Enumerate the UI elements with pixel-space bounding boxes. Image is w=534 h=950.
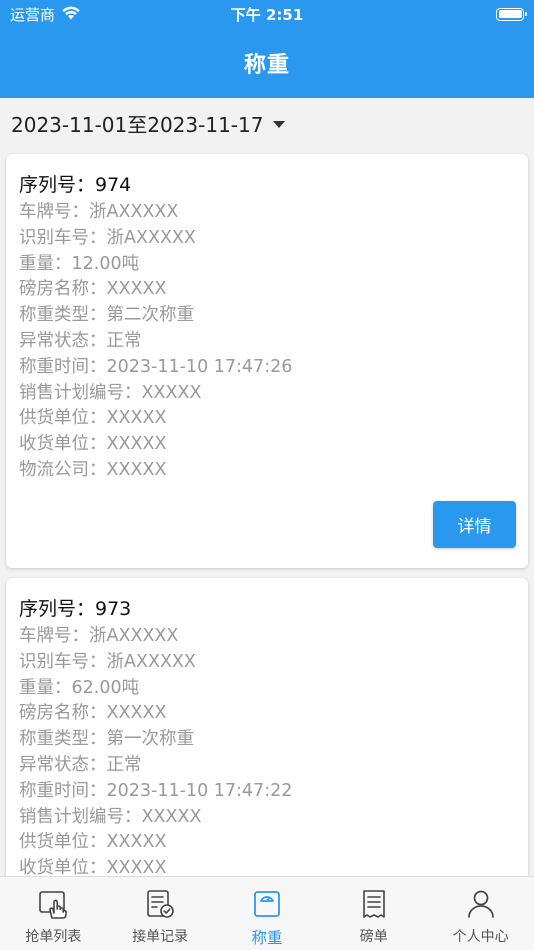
scale-icon: [251, 888, 283, 926]
caret-down-icon: [273, 120, 286, 128]
record-logistics: 物流公司：XXXXX: [19, 459, 167, 480]
record-recognized-plate: 识别车号：浙AXXXXX: [19, 227, 196, 248]
record-weigh-time: 称重时间：2023-11-10 17:47:22: [19, 780, 293, 801]
record-scale-room: 磅房名称：XXXXX: [19, 703, 167, 724]
tab-weighing[interactable]: 称重: [214, 877, 321, 950]
record-card: 序列号：974 车牌号：浙AXXXXX 识别车号：浙AXXXXX 重量：12.0…: [6, 154, 528, 568]
bottom-tab-bar: 抢单列表 接单记录 称重 磅单 个人中心: [0, 876, 534, 950]
record-plate: 车牌号：浙AXXXXX: [19, 202, 179, 222]
record-abnormal-status: 异常状态：正常: [19, 330, 142, 351]
record-sales-plan: 销售计划编号：XXXXX: [19, 806, 202, 827]
record-recognized-plate: 识别车号：浙AXXXXX: [19, 651, 196, 672]
battery-icon: [496, 7, 527, 21]
wifi-icon: [61, 5, 81, 24]
tab-profile[interactable]: 个人中心: [427, 877, 534, 950]
tab-order-records[interactable]: 接单记录: [107, 877, 214, 950]
record-weight: 重量：12.00吨: [19, 253, 140, 274]
record-weight: 重量：62.00吨: [19, 677, 140, 698]
record-supplier: 供货单位：XXXXX: [19, 408, 167, 429]
weighing-record-list[interactable]: 序列号：974 车牌号：浙AXXXXX 识别车号：浙AXXXXX 重量：12.0…: [0, 148, 534, 876]
tab-label: 磅单: [359, 929, 388, 945]
tab-label: 称重: [251, 929, 283, 947]
record-plate: 车牌号：浙AXXXXX: [19, 626, 179, 646]
record-supplier: 供货单位：XXXXX: [19, 832, 167, 853]
tab-weigh-receipts[interactable]: 磅单: [320, 877, 427, 950]
receipt-icon: [358, 888, 390, 926]
date-range-selector[interactable]: 2023-11-01至2023-11-17: [0, 98, 534, 148]
app-header: 运营商 下午 2:51 称重: [0, 0, 534, 98]
grab-order-icon: [37, 888, 69, 926]
detail-button[interactable]: 详情: [433, 501, 516, 548]
date-range-label: 2023-11-01至2023-11-17: [11, 112, 264, 137]
record-card: 序列号：973 车牌号：浙AXXXXX 识别车号：浙AXXXXX 重量：62.0…: [6, 578, 528, 876]
record-weigh-type: 称重类型：第一次称重: [19, 729, 194, 750]
record-scale-room: 磅房名称：XXXXX: [19, 279, 167, 300]
record-serial: 序列号：974: [19, 174, 132, 196]
record-abnormal-status: 异常状态：正常: [19, 754, 142, 775]
person-icon: [465, 888, 497, 926]
tab-grab-orders[interactable]: 抢单列表: [0, 877, 107, 950]
record-receiver: 收货单位：XXXXX: [19, 434, 167, 455]
tab-label: 个人中心: [452, 929, 509, 945]
record-serial: 序列号：973: [19, 598, 132, 620]
page-title: 称重: [243, 53, 290, 78]
record-weigh-time: 称重时间：2023-11-10 17:47:26: [19, 356, 293, 377]
tab-label: 接单记录: [132, 929, 189, 945]
order-record-icon: [144, 888, 176, 926]
tab-label: 抢单列表: [25, 929, 82, 945]
status-bar: 运营商 下午 2:51: [0, 0, 534, 28]
record-sales-plan: 销售计划编号：XXXXX: [19, 382, 202, 403]
record-receiver: 收货单位：XXXXX: [19, 858, 167, 876]
record-weigh-type: 称重类型：第二次称重: [19, 305, 194, 326]
carrier-label: 运营商: [10, 5, 56, 24]
